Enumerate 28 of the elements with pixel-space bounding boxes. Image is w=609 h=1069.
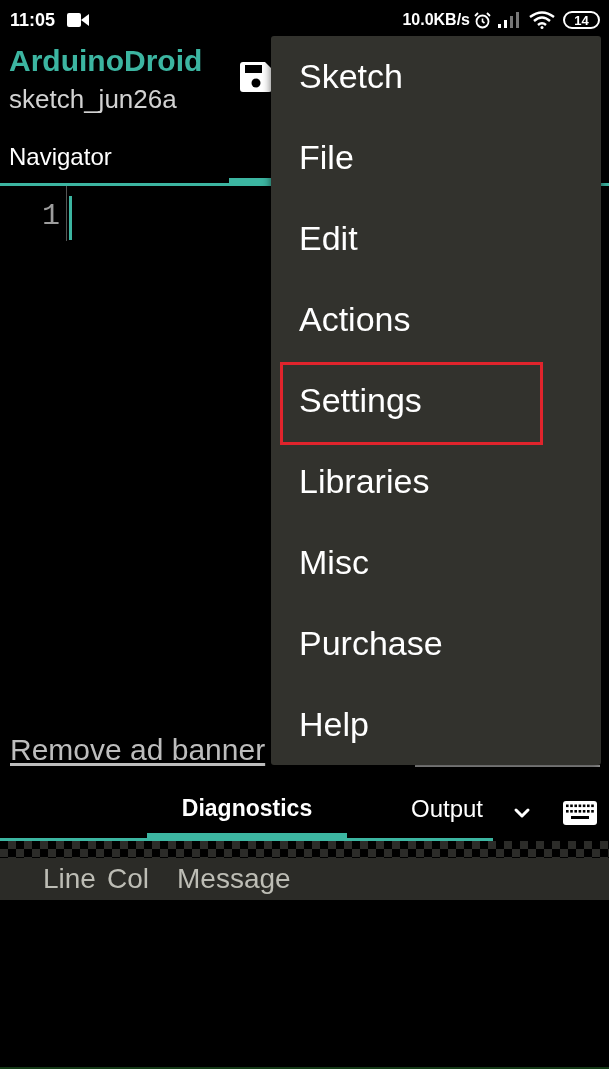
sketch-name: sketch_jun26a bbox=[9, 84, 177, 114]
signal-bars-icon bbox=[498, 12, 520, 28]
wifi-icon bbox=[529, 11, 555, 29]
menu-item[interactable]: Actions bbox=[271, 279, 601, 360]
menu-item[interactable]: Purchase bbox=[271, 603, 601, 684]
column-header: Line bbox=[43, 863, 97, 895]
column-header: Col bbox=[107, 863, 150, 895]
app-title: ArduinoDroid bbox=[9, 43, 203, 79]
menu-item[interactable]: Libraries bbox=[271, 441, 601, 522]
save-icon[interactable] bbox=[240, 62, 272, 92]
menu-item[interactable]: Help bbox=[271, 684, 601, 765]
menu-item[interactable]: Settings bbox=[271, 360, 601, 441]
tab[interactable]: Navigator bbox=[0, 130, 229, 183]
alarm-clock-icon bbox=[474, 11, 491, 29]
menu-item[interactable]: Edit bbox=[271, 198, 601, 279]
clock-time: 11:05 bbox=[10, 9, 56, 31]
column-header: Message bbox=[177, 863, 291, 895]
text-cursor bbox=[69, 196, 72, 240]
menu-item[interactable]: File bbox=[271, 117, 601, 198]
tab[interactable]: Output bbox=[347, 784, 493, 838]
line-number: 1 bbox=[41, 198, 61, 235]
menu-item[interactable]: Misc bbox=[271, 522, 601, 603]
battery-indicator: 14 bbox=[563, 11, 600, 29]
remove-ad-link[interactable]: Remove ad banner bbox=[10, 733, 266, 767]
network-speed: 10.0KB/s bbox=[402, 11, 470, 29]
keyboard-icon[interactable] bbox=[563, 800, 597, 825]
menu-item[interactable]: Sketch bbox=[271, 36, 601, 117]
video-camera-icon bbox=[67, 13, 90, 27]
